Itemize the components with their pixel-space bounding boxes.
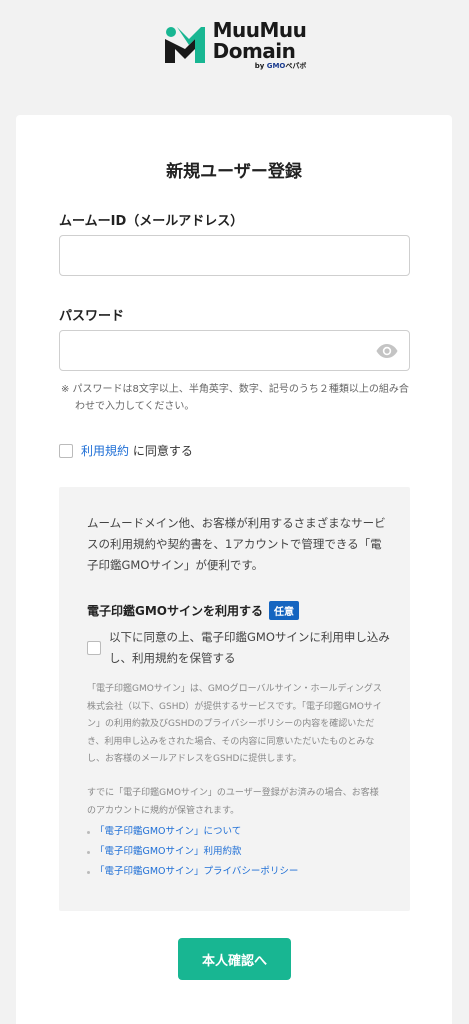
terms-link[interactable]: 利用規約 (81, 442, 129, 459)
site-header: MuuMuu Domain by GMOペパボ (0, 0, 469, 115)
esign-option-title: 電子印鑑GMOサインを利用する (87, 604, 263, 618)
password-label: パスワード (59, 309, 125, 324)
esign-fine-print: 「電子印鑑GMOサイン」は、GMOグローバルサイン・ホールディングス株式会社（以… (87, 684, 382, 764)
registration-card: 新規ユーザー登録 ムームーID（メールアドレス） パスワード ※ パスワードは8… (16, 115, 452, 1024)
id-label: ムームーID（メールアドレス） (59, 214, 244, 229)
esign-link-about[interactable]: 「電子印鑑GMOサイン」について (87, 822, 298, 842)
esign-links: 「電子印鑑GMOサイン」について 「電子印鑑GMOサイン」利用約款 「電子印鑑G… (87, 822, 298, 882)
email-field[interactable] (59, 235, 410, 276)
password-field[interactable] (59, 330, 410, 371)
terms-checkbox[interactable] (59, 443, 73, 458)
submit-button[interactable]: 本人確認へ (178, 938, 291, 980)
brand-by-suffix: ペパボ (285, 62, 307, 70)
esign-checkbox[interactable] (87, 641, 101, 655)
brand-logo[interactable]: MuuMuu Domain by GMOペパボ (163, 20, 307, 70)
muumuu-logo-mark-icon (164, 27, 205, 63)
password-note: ※ パスワードは8文字以上、半角英字、数字、記号のうち２種類以上の組み合わせで入… (61, 384, 409, 412)
brand-byline: by GMOペパボ (213, 63, 307, 70)
esign-option-row: 電子印鑑GMOサインを利用する 任意 (87, 601, 299, 620)
esign-panel: ムームードメイン他、お客様が利用するさまざまなサービスの利用規約や契約書を、1ア… (59, 487, 410, 911)
brand-by-company: GMO (266, 62, 286, 70)
terms-agree-row: 利用規約 に同意する (59, 442, 193, 459)
brand-by-prefix: by (254, 62, 265, 70)
brand-name-line1: MuuMuu (212, 18, 307, 42)
eye-icon[interactable] (376, 343, 398, 359)
esign-link-privacy[interactable]: 「電子印鑑GMOサイン」プライバシーポリシー (87, 862, 298, 882)
optional-badge: 任意 (269, 601, 299, 620)
terms-suffix: に同意する (129, 444, 193, 458)
esign-promo: ムームードメイン他、お客様が利用するさまざまなサービスの利用規約や契約書を、1ア… (87, 516, 386, 572)
brand-name-line2: Domain (212, 39, 296, 63)
esign-fine-print-2: すでに「電子印鑑GMOサイン」のユーザー登録がお済みの場合、お客様のアカウントに… (87, 788, 379, 816)
page-title: 新規ユーザー登録 (166, 162, 302, 182)
esign-link-terms[interactable]: 「電子印鑑GMOサイン」利用約款 (87, 842, 298, 862)
esign-consent-text[interactable]: 以下に同意の上、電子印鑑GMOサインに利用申し込みし、利用規約を保管する (109, 627, 399, 669)
